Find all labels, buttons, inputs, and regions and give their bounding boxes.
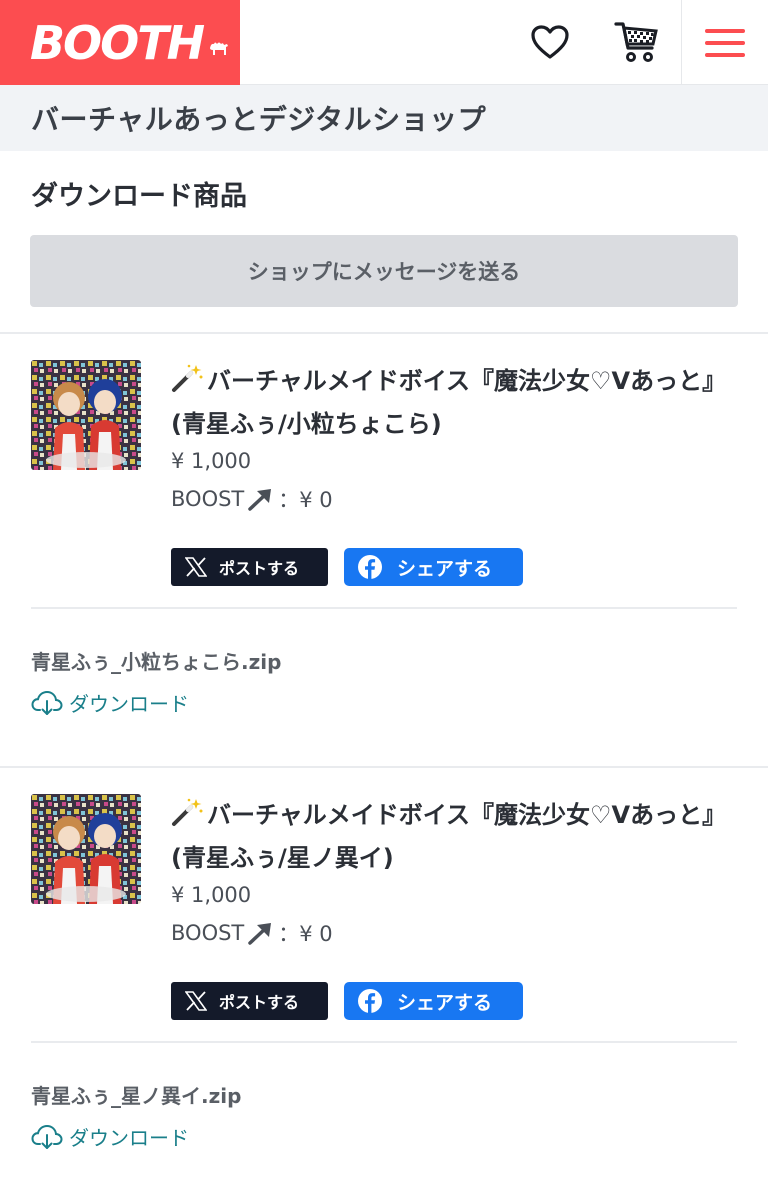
x-logo-icon — [185, 557, 207, 577]
download-link[interactable]: ダウンロード — [31, 688, 189, 717]
menu-button[interactable] — [681, 0, 768, 85]
boost-label: BOOST — [171, 487, 245, 511]
cloud-download-icon — [31, 1124, 63, 1149]
download-item: バーチャルメイドボイス『魔法少女♡Vあっと』 (青星ふぅ/星ノ異イ) ¥ 1,0… — [0, 768, 768, 1188]
boost-info: BOOST ：¥ 0 — [171, 918, 333, 948]
product-title[interactable]: バーチャルメイドボイス『魔法少女♡Vあっと』 (青星ふぅ/星ノ異イ) — [171, 794, 741, 880]
site-header: BOOTH — [0, 0, 768, 85]
facebook-logo-icon — [358, 555, 382, 579]
download-label: ダウンロード — [69, 692, 189, 716]
download-link[interactable]: ダウンロード — [31, 1122, 189, 1151]
camel-icon — [207, 36, 231, 64]
product-price: ¥ 1,000 — [171, 449, 252, 473]
shop-name-link[interactable]: バーチャルあっとデジタルショップ — [31, 98, 486, 138]
message-shop-button[interactable]: ショップにメッセージを送る — [30, 235, 738, 307]
x-logo-icon — [185, 991, 207, 1011]
x-post-button[interactable]: ポストする — [171, 982, 328, 1020]
facebook-share-label: シェアする — [397, 991, 493, 1014]
file-name: 青星ふぅ_星ノ異イ.zip — [31, 1084, 242, 1108]
cart-button[interactable] — [612, 18, 660, 66]
file-name: 青星ふぅ_小粒ちょこら.zip — [31, 650, 282, 674]
hamburger-menu-icon — [705, 28, 745, 57]
x-post-label: ポストする — [219, 993, 300, 1012]
product-thumbnail[interactable] — [31, 360, 141, 470]
download-label: ダウンロード — [69, 1126, 189, 1150]
facebook-share-button[interactable]: シェアする — [344, 548, 523, 586]
facebook-share-label: シェアする — [397, 557, 493, 580]
facebook-logo-icon — [358, 989, 382, 1013]
booth-logo[interactable]: BOOTH — [0, 0, 240, 85]
facebook-share-button[interactable]: シェアする — [344, 982, 523, 1020]
cart-icon — [614, 22, 658, 62]
cloud-download-icon — [31, 690, 63, 715]
x-post-button[interactable]: ポストする — [171, 548, 328, 586]
boost-value: ：¥ 0 — [278, 922, 333, 946]
divider — [31, 607, 737, 609]
boost-info: BOOST ：¥ 0 — [171, 484, 333, 514]
x-post-label: ポストする — [219, 559, 300, 578]
product-price: ¥ 1,000 — [171, 883, 252, 907]
boost-arrow-icon — [248, 923, 272, 945]
magic-wand-icon — [171, 797, 205, 827]
product-title-text: バーチャルメイドボイス『魔法少女♡Vあっと』 (青星ふぅ/星ノ異イ) — [171, 801, 727, 872]
download-item: バーチャルメイドボイス『魔法少女♡Vあっと』 (青星ふぅ/小粒ちょこら) ¥ 1… — [0, 334, 768, 754]
shop-header: バーチャルあっとデジタルショップ — [0, 85, 768, 151]
boost-arrow-icon — [248, 489, 272, 511]
boost-label: BOOST — [171, 921, 245, 945]
logo-text: BOOTH — [30, 15, 205, 70]
product-thumbnail[interactable] — [31, 794, 141, 904]
page-title: ダウンロード商品 — [31, 181, 247, 212]
favorites-button[interactable] — [528, 20, 572, 64]
boost-value: ：¥ 0 — [278, 488, 333, 512]
heart-icon — [531, 25, 569, 59]
product-title-text: バーチャルメイドボイス『魔法少女♡Vあっと』 (青星ふぅ/小粒ちょこら) — [171, 367, 727, 438]
divider — [31, 1041, 737, 1043]
magic-wand-icon — [171, 363, 205, 393]
product-title[interactable]: バーチャルメイドボイス『魔法少女♡Vあっと』 (青星ふぅ/小粒ちょこら) — [171, 360, 741, 446]
